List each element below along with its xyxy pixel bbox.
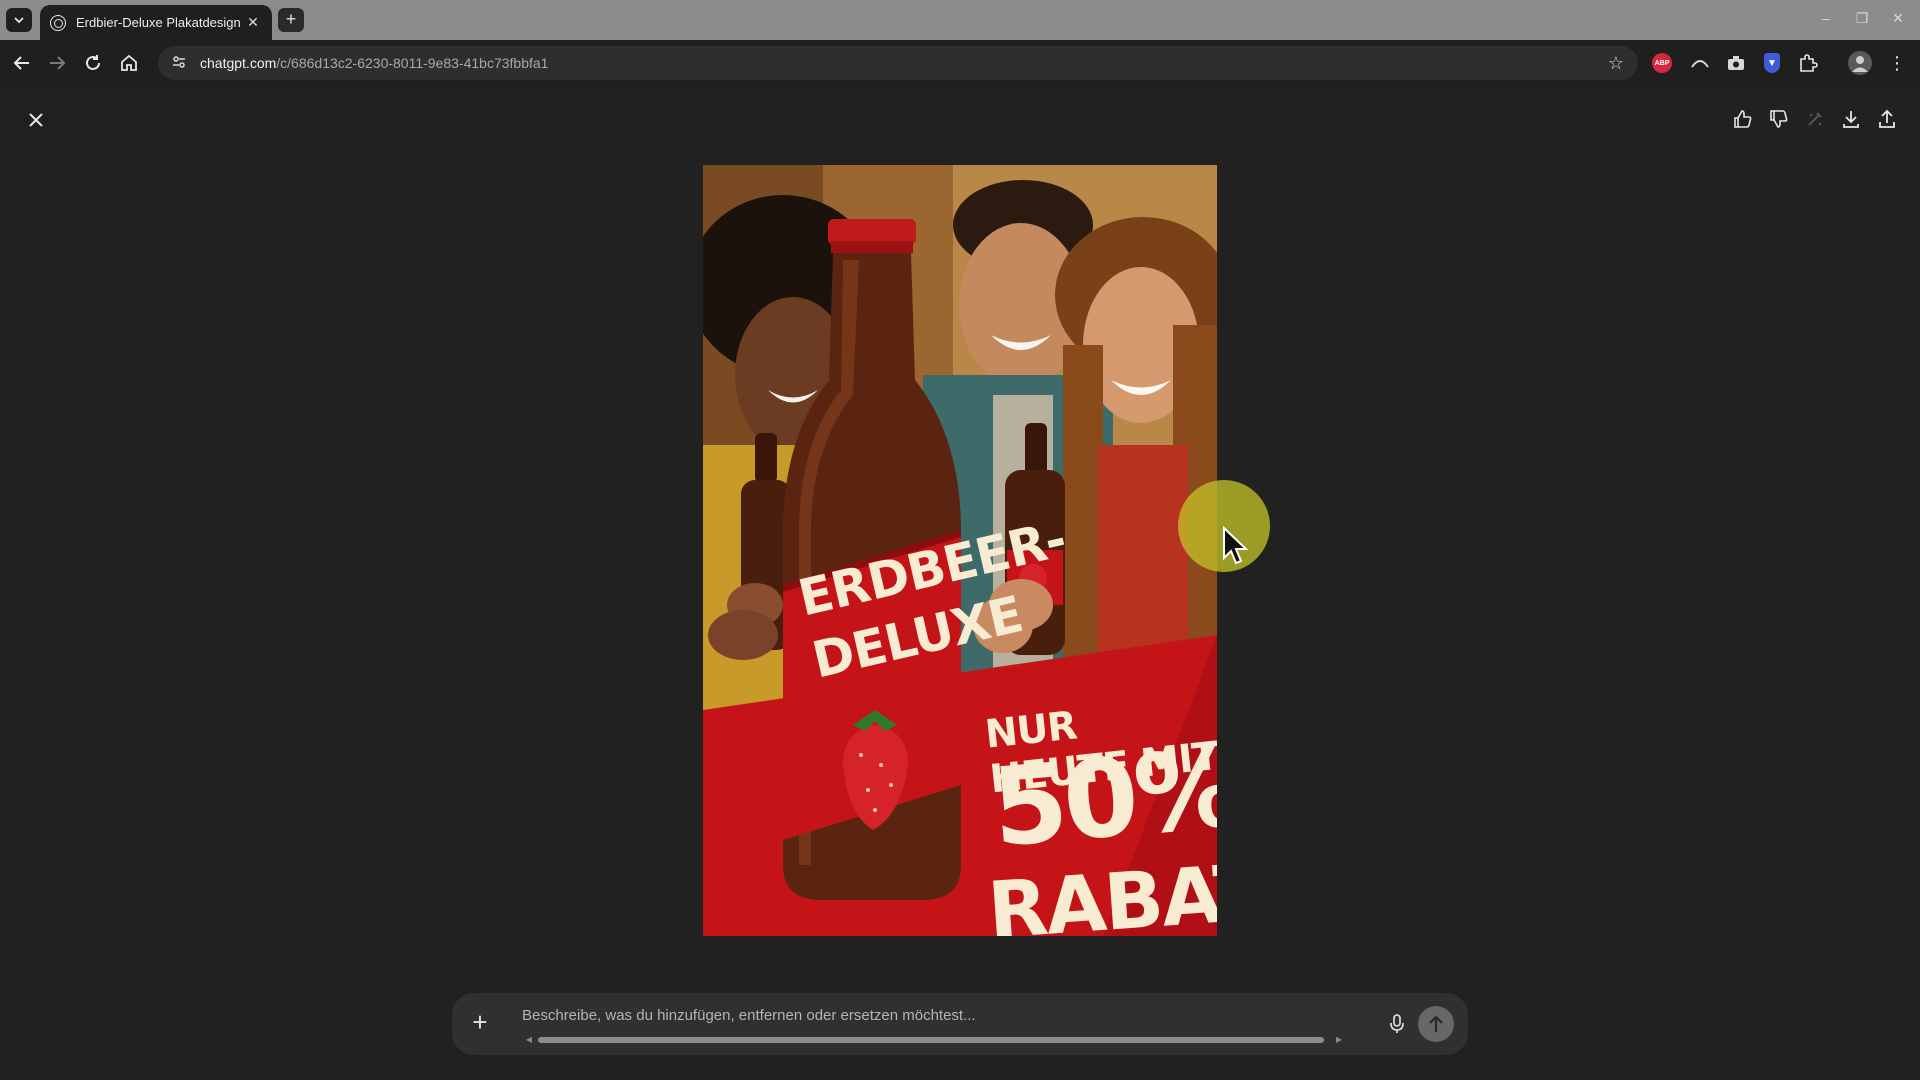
add-attachment-button[interactable]: + <box>466 1009 494 1037</box>
forward-button[interactable] <box>46 52 68 74</box>
home-button[interactable] <box>118 52 140 74</box>
download-button[interactable] <box>1840 108 1862 130</box>
image-actions <box>1732 108 1898 130</box>
address-bar[interactable]: chatgpt.com/c/686d13c2-6230-8011-9e83-41… <box>158 46 1638 80</box>
image-viewer: ERDBEER- DELUXE NUR HEUTE MIT 50% RABATT <box>0 86 1920 1080</box>
generated-poster-image: ERDBEER- DELUXE NUR HEUTE MIT 50% RABATT <box>703 165 1217 936</box>
arrow-up-icon <box>1429 1015 1443 1032</box>
arrow-left-icon <box>13 56 29 70</box>
share-button[interactable] <box>1876 108 1898 130</box>
chevron-down-icon <box>14 17 24 24</box>
download-icon <box>1843 111 1859 128</box>
send-button[interactable] <box>1418 1006 1454 1042</box>
tab-search-button[interactable] <box>6 8 32 32</box>
home-icon <box>121 54 137 71</box>
microphone-icon <box>1390 1014 1404 1033</box>
horizontal-scrollbar[interactable]: ◀ ▶ <box>524 1035 1344 1045</box>
thumbs-down-button[interactable] <box>1768 108 1790 130</box>
scrollbar-thumb[interactable] <box>538 1037 1324 1043</box>
url-host: chatgpt.com <box>200 55 277 71</box>
bookmark-star-icon[interactable]: ☆ <box>1608 53 1624 73</box>
minimize-button[interactable]: – <box>1816 10 1836 26</box>
scroll-right-icon[interactable]: ▶ <box>1334 1035 1344 1045</box>
thumbs-up-icon <box>1734 110 1752 128</box>
voice-input-button[interactable] <box>1382 1009 1412 1039</box>
camera-extension-icon[interactable] <box>1724 51 1748 75</box>
adblock-plus-icon[interactable]: ABP <box>1652 53 1672 73</box>
brush-sparkle-icon <box>1808 112 1822 126</box>
restore-button[interactable]: ❐ <box>1852 10 1872 27</box>
wave-extension-icon[interactable] <box>1688 51 1712 75</box>
url-path: /c/686d13c2-6230-8011-9e83-41bc73fbbfa1 <box>276 55 549 71</box>
close-window-button[interactable]: ✕ <box>1888 10 1908 27</box>
back-button[interactable] <box>11 52 33 74</box>
tab-title: Erdbier-Deluxe Plakatdesign <box>76 15 241 30</box>
reload-icon <box>86 55 100 70</box>
share-icon <box>1879 109 1895 128</box>
openai-logo-icon <box>50 14 66 31</box>
promo-discount: 50% <box>987 725 1217 872</box>
edit-prompt-composer: + ◀ ▶ <box>452 993 1468 1055</box>
tab-strip: Erdbier-Deluxe Plakatdesign ✕ + – ❐ ✕ <box>0 0 1920 40</box>
browser-menu-icon[interactable]: ⋮ <box>1888 52 1906 74</box>
extensions-puzzle-icon[interactable] <box>1796 51 1820 75</box>
new-tab-button[interactable]: + <box>278 8 304 32</box>
edit-image-button[interactable] <box>1804 108 1826 130</box>
site-info-icon[interactable] <box>170 54 188 72</box>
mouse-cursor-icon <box>1223 526 1248 565</box>
scroll-left-icon[interactable]: ◀ <box>524 1035 534 1045</box>
browser-toolbar: chatgpt.com/c/686d13c2-6230-8011-9e83-41… <box>0 40 1920 86</box>
url-text: chatgpt.com/c/686d13c2-6230-8011-9e83-41… <box>200 55 548 71</box>
tab-close-icon[interactable]: ✕ <box>244 14 262 31</box>
profile-avatar-icon[interactable] <box>1848 51 1872 75</box>
close-icon <box>29 113 43 127</box>
close-viewer-button[interactable] <box>22 106 50 134</box>
edit-prompt-input[interactable] <box>522 1003 1322 1027</box>
thumbs-down-icon <box>1770 110 1788 128</box>
bitwarden-shield-icon[interactable]: ▼ <box>1764 53 1780 73</box>
arrow-right-icon <box>50 56 66 70</box>
tab-active[interactable]: Erdbier-Deluxe Plakatdesign ✕ <box>40 5 272 40</box>
thumbs-up-button[interactable] <box>1732 108 1754 130</box>
reload-button[interactable] <box>82 52 104 74</box>
